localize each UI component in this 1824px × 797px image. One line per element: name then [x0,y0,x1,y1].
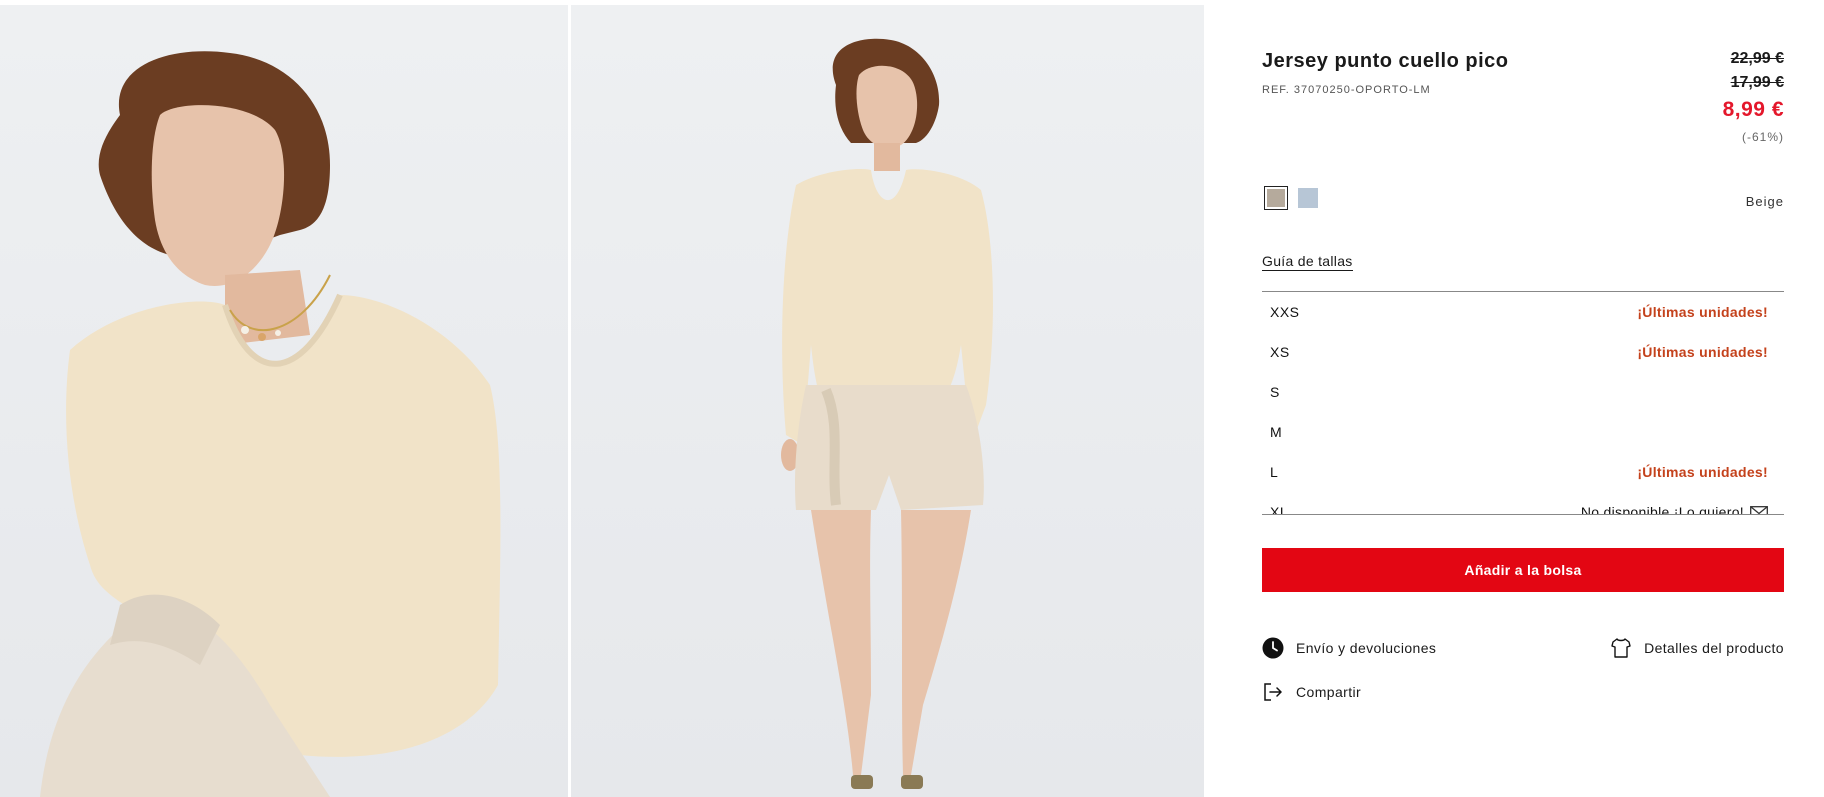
color-swatches [1264,186,1318,210]
size-option-xs[interactable]: XS ¡Últimas unidades! [1262,332,1784,372]
envelope-icon[interactable] [1750,505,1768,516]
share-label: Compartir [1296,684,1362,700]
size-option-m[interactable]: M [1262,412,1784,452]
size-label: XL [1270,504,1289,515]
size-status: ¡Últimas unidades! [1637,304,1768,320]
model-fullbody-illustration [781,38,993,789]
color-swatch-blue[interactable] [1298,188,1318,208]
size-label: M [1270,424,1283,440]
size-option-l[interactable]: L ¡Últimas unidades! [1262,452,1784,492]
size-status: No disponible ¡Lo quiero! [1580,504,1744,515]
tshirt-icon [1610,637,1632,659]
product-gallery [0,5,1204,797]
discount-badge: (-61%) [1741,130,1784,144]
size-label: L [1270,464,1279,480]
size-label: XS [1270,344,1290,360]
price-original: 22,99 € [1730,50,1784,67]
price-previous: 17,99 € [1730,74,1784,91]
share-link[interactable]: Compartir [1262,681,1361,703]
shipping-returns-label: Envío y devoluciones [1296,640,1437,656]
add-to-bag-button[interactable]: Añadir a la bolsa [1262,548,1784,592]
size-label: XXS [1270,304,1300,320]
share-icon [1262,681,1284,703]
size-list[interactable]: XXS ¡Últimas unidades! XS ¡Últimas unida… [1262,291,1784,515]
size-label: S [1270,384,1280,400]
product-reference: REF. 37070250-OPORTO-LM [1262,84,1431,96]
selected-color-name: Beige [1745,194,1784,209]
size-option-xxs[interactable]: XXS ¡Últimas unidades! [1262,292,1784,332]
size-status: ¡Últimas unidades! [1637,344,1768,360]
product-details-link[interactable]: Detalles del producto [1610,637,1784,659]
size-guide-link[interactable]: Guía de tallas [1262,253,1353,271]
price-current: 8,99 € [1722,98,1784,121]
product-panel: Jersey punto cuello pico REF. 37070250-O… [1262,0,1784,797]
size-option-s[interactable]: S [1262,372,1784,412]
product-photo-closeup[interactable] [0,5,568,797]
clock-icon [1262,637,1284,659]
product-details-label: Detalles del producto [1644,640,1784,656]
color-swatch-beige[interactable] [1264,186,1288,210]
shipping-returns-link[interactable]: Envío y devoluciones [1262,637,1436,659]
size-option-xl[interactable]: XL No disponible ¡Lo quiero! [1262,492,1784,516]
product-photo-fullbody[interactable] [571,5,1204,797]
size-status: ¡Últimas unidades! [1637,464,1768,480]
model-closeup-illustration [40,51,501,797]
product-title: Jersey punto cuello pico [1262,50,1509,72]
